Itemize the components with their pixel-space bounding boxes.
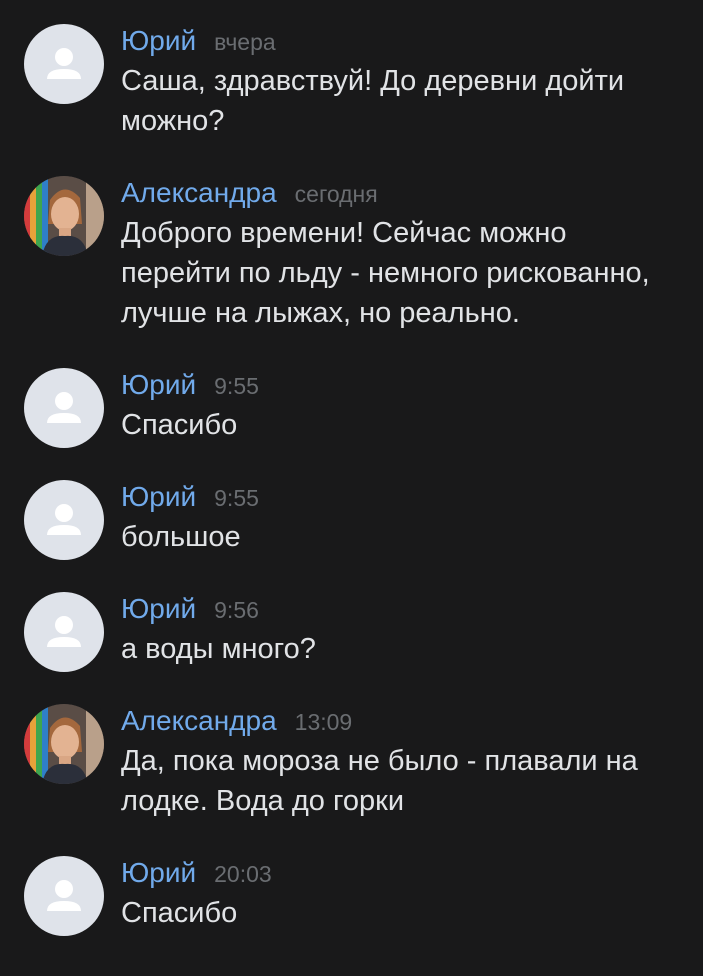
message-text: а воды много? xyxy=(121,633,316,665)
author-name[interactable]: Александра xyxy=(121,176,277,210)
message-content: Юрий 9:56 а воды много? xyxy=(121,592,686,669)
avatar[interactable] xyxy=(24,24,104,104)
message-text: Спасибо xyxy=(121,409,238,441)
user-photo xyxy=(24,176,104,256)
default-user-icon xyxy=(47,880,81,911)
message-content: Юрий 9:55 большое xyxy=(121,480,686,557)
author-name[interactable]: Юрий xyxy=(121,592,196,626)
author-name[interactable]: Юрий xyxy=(121,368,196,402)
author-name[interactable]: Юрий xyxy=(121,24,196,58)
message-header: Александра 13:09 xyxy=(121,704,686,738)
avatar[interactable] xyxy=(24,480,104,560)
default-user-icon xyxy=(47,504,81,535)
message-content: Александра сегодня Доброго времени! Сейч… xyxy=(121,176,686,333)
message-content: Юрий 20:03 Спасибо xyxy=(121,856,686,933)
message-text: Доброго времени! Сейчас можно перейти по… xyxy=(121,217,650,329)
message-header: Александра сегодня xyxy=(121,176,686,210)
message-content: Александра 13:09 Да, пока мороза не было… xyxy=(121,704,686,821)
message-text: большое xyxy=(121,521,241,553)
author-name[interactable]: Юрий xyxy=(121,856,196,890)
message-text: Да, пока мороза не было - плавали на лод… xyxy=(121,745,638,817)
default-user-icon xyxy=(47,392,81,423)
message-header: Юрий 9:55 xyxy=(121,368,686,402)
avatar[interactable] xyxy=(24,704,104,784)
avatar[interactable] xyxy=(24,856,104,936)
user-photo xyxy=(24,704,104,784)
message-time[interactable]: 20:03 xyxy=(214,857,272,891)
default-user-icon xyxy=(47,616,81,647)
message-time[interactable]: 13:09 xyxy=(295,705,353,739)
author-name[interactable]: Александра xyxy=(121,704,277,738)
message-header: Юрий 20:03 xyxy=(121,856,686,890)
default-user-icon xyxy=(47,48,81,79)
avatar[interactable] xyxy=(24,176,104,256)
message-header: Юрий 9:55 xyxy=(121,480,686,514)
message-content: Юрий 9:55 Спасибо xyxy=(121,368,686,445)
message-header: Юрий вчера xyxy=(121,24,686,58)
message-time[interactable]: сегодня xyxy=(295,177,378,211)
message-time[interactable]: 9:55 xyxy=(214,481,259,515)
message-time[interactable]: 9:55 xyxy=(214,369,259,403)
message-text: Спасибо xyxy=(121,897,238,929)
message-time[interactable]: 9:56 xyxy=(214,593,259,627)
message-header: Юрий 9:56 xyxy=(121,592,686,626)
message-history: Юрий вчера Саша, здравствуй! До деревни … xyxy=(0,0,703,976)
author-name[interactable]: Юрий xyxy=(121,480,196,514)
message-text: Саша, здравствуй! До деревни дойти можно… xyxy=(121,65,625,137)
message-content: Юрий вчера Саша, здравствуй! До деревни … xyxy=(121,24,686,141)
avatar[interactable] xyxy=(24,592,104,672)
message-time[interactable]: вчера xyxy=(214,25,276,59)
avatar[interactable] xyxy=(24,368,104,448)
